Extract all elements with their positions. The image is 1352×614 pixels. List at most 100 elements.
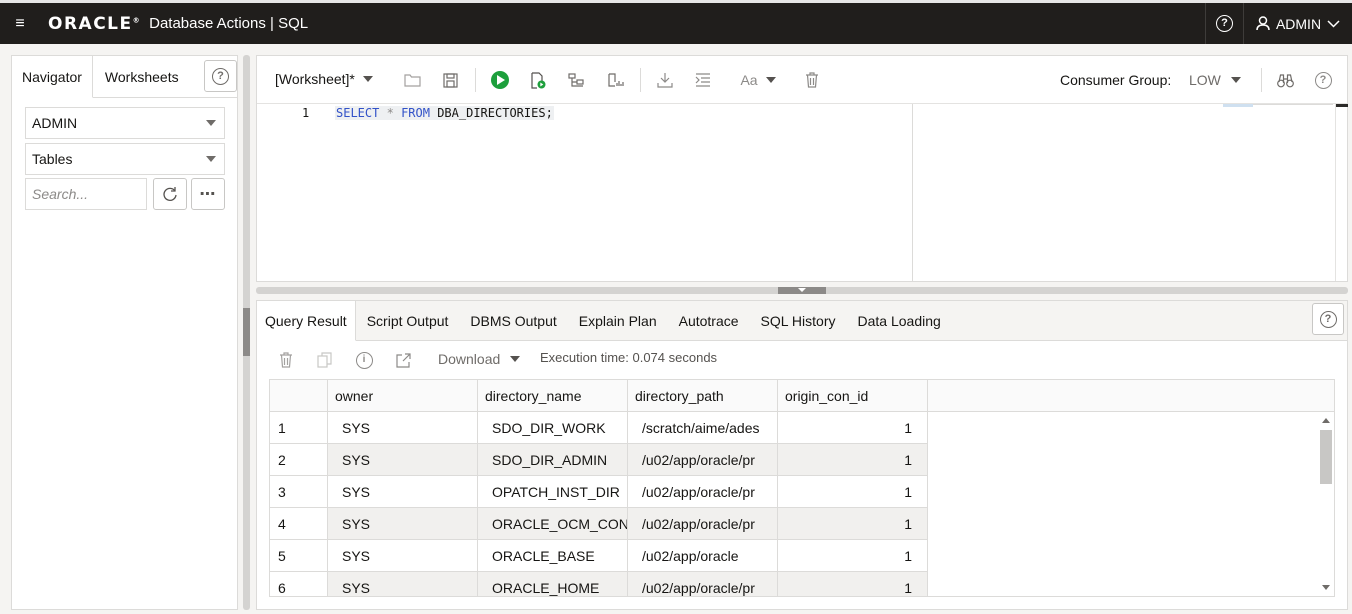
- tab-worksheets[interactable]: Worksheets: [93, 56, 191, 98]
- splitter-handle[interactable]: [243, 308, 250, 356]
- results-help-button[interactable]: ?: [1312, 303, 1344, 335]
- consumer-group-value: LOW: [1189, 72, 1221, 88]
- row-number-cell[interactable]: 1: [270, 412, 328, 444]
- scroll-down-icon[interactable]: [1322, 585, 1330, 590]
- row-number-cell[interactable]: 6: [270, 572, 328, 596]
- directory-path-cell[interactable]: /u02/app/oracle: [628, 540, 778, 572]
- table-row[interactable]: 6 SYS ORACLE_HOME/u02/app/oracle/pr 1: [270, 572, 1334, 596]
- navigator-help-button[interactable]: ?: [204, 60, 237, 92]
- tab-dbms-output[interactable]: DBMS Output: [459, 301, 567, 341]
- directory-name-cell[interactable]: SDO_DIR_ADMIN: [478, 444, 628, 476]
- grid-scrollbar[interactable]: [1318, 412, 1334, 596]
- owner-cell[interactable]: SYS: [328, 572, 478, 596]
- vertical-splitter[interactable]: [243, 55, 250, 610]
- origin-con-id-cell[interactable]: 1: [778, 476, 928, 508]
- column-header-directory-name[interactable]: directory_name: [478, 380, 628, 412]
- delete-icon[interactable]: [276, 350, 296, 370]
- hamburger-menu-icon[interactable]: ≡: [0, 3, 40, 44]
- directory-path-cell[interactable]: /scratch/aime/ades: [628, 412, 778, 444]
- horizontal-splitter[interactable]: [256, 287, 1348, 294]
- worksheet-menu[interactable]: [Worksheet]*: [275, 71, 373, 87]
- origin-con-id-cell[interactable]: 1: [778, 572, 928, 596]
- directory-name-cell[interactable]: OPATCH_INST_DIR: [478, 476, 628, 508]
- autotrace-icon[interactable]: [605, 70, 625, 90]
- origin-con-id-cell[interactable]: 1: [778, 412, 928, 444]
- search-input[interactable]: Search...: [25, 178, 147, 210]
- worksheet-label: [Worksheet]*: [275, 71, 355, 87]
- editor-scrollbar[interactable]: [1335, 104, 1348, 281]
- origin-con-id-cell[interactable]: 1: [778, 444, 928, 476]
- directory-path-cell[interactable]: /u02/app/oracle/pr: [628, 572, 778, 596]
- ellipsis-icon: ⋯: [199, 186, 217, 203]
- table-row[interactable]: 5 SYS ORACLE_BASE/u02/app/oracle 1: [270, 540, 1334, 572]
- tab-script-output[interactable]: Script Output: [356, 301, 460, 341]
- splitter-handle[interactable]: [778, 287, 826, 294]
- info-icon[interactable]: i: [354, 350, 374, 370]
- oracle-logo: ORACLE®: [48, 13, 142, 34]
- chevron-down-icon: [362, 76, 373, 82]
- column-header-origin-con-id[interactable]: origin_con_id: [778, 380, 928, 412]
- directory-path-cell[interactable]: /u02/app/oracle/pr: [628, 476, 778, 508]
- directory-path-cell[interactable]: /u02/app/oracle/pr: [628, 444, 778, 476]
- download-icon[interactable]: [655, 70, 675, 90]
- open-external-icon[interactable]: [393, 350, 413, 370]
- directory-name-cell[interactable]: ORACLE_OCM_CON: [478, 508, 628, 540]
- editor-help-button[interactable]: ?: [1313, 70, 1333, 90]
- column-header-owner[interactable]: owner: [328, 380, 478, 412]
- tab-sql-history[interactable]: SQL History: [750, 301, 847, 341]
- sql-statement[interactable]: SELECT * FROM DBA_DIRECTORIES;: [335, 106, 554, 120]
- navigator-panel: Navigator Worksheets ? ADMIN Tables Sear…: [11, 55, 238, 610]
- scroll-up-icon[interactable]: [1322, 418, 1330, 423]
- directory-name-cell[interactable]: SDO_DIR_WORK: [478, 412, 628, 444]
- consumer-group-select[interactable]: LOW: [1189, 72, 1241, 88]
- directory-name-cell[interactable]: ORACLE_BASE: [478, 540, 628, 572]
- execution-time: Execution time: 0.074 seconds: [540, 350, 718, 365]
- row-number-cell[interactable]: 4: [270, 508, 328, 540]
- tab-autotrace[interactable]: Autotrace: [668, 301, 750, 341]
- owner-cell[interactable]: SYS: [328, 540, 478, 572]
- sql-code-area[interactable]: 1 SELECT * FROM DBA_DIRECTORIES;: [257, 104, 912, 281]
- sql-identifier: DBA_DIRECTORIES;: [437, 106, 553, 120]
- owner-cell[interactable]: SYS: [328, 444, 478, 476]
- help-button[interactable]: ?: [1205, 3, 1243, 44]
- open-folder-icon[interactable]: [402, 70, 422, 90]
- user-menu-button[interactable]: ADMIN: [1243, 3, 1352, 44]
- row-number-cell[interactable]: 3: [270, 476, 328, 508]
- format-indent-icon[interactable]: [693, 70, 713, 90]
- binoculars-icon[interactable]: [1275, 70, 1295, 90]
- help-icon: ?: [1216, 15, 1233, 32]
- column-header-directory-path[interactable]: directory_path: [628, 380, 778, 412]
- run-script-icon[interactable]: [528, 70, 548, 90]
- table-row[interactable]: 3 SYS OPATCH_INST_DIR/u02/app/oracle/pr 1: [270, 476, 1334, 508]
- more-actions-button[interactable]: ⋯: [191, 178, 225, 210]
- schema-select[interactable]: ADMIN: [25, 107, 225, 139]
- origin-con-id-cell[interactable]: 1: [778, 540, 928, 572]
- tab-navigator[interactable]: Navigator: [12, 56, 93, 98]
- origin-con-id-cell[interactable]: 1: [778, 508, 928, 540]
- scrollbar-thumb[interactable]: [1320, 430, 1332, 484]
- save-icon[interactable]: [440, 70, 460, 90]
- user-name: ADMIN: [1275, 15, 1322, 32]
- owner-cell[interactable]: SYS: [328, 412, 478, 444]
- explain-plan-icon[interactable]: [566, 70, 586, 90]
- tab-explain-plan[interactable]: Explain Plan: [568, 301, 668, 341]
- directory-path-cell[interactable]: /u02/app/oracle/pr: [628, 508, 778, 540]
- copy-icon[interactable]: [314, 350, 334, 370]
- row-number-cell[interactable]: 2: [270, 444, 328, 476]
- row-number-cell[interactable]: 5: [270, 540, 328, 572]
- run-statement-button[interactable]: [490, 70, 510, 90]
- download-menu[interactable]: Download: [438, 351, 521, 367]
- table-row[interactable]: 2 SYS SDO_DIR_ADMIN/u02/app/oracle/pr 1: [270, 444, 1334, 476]
- text-case-button[interactable]: Aa: [738, 70, 778, 90]
- refresh-button[interactable]: [153, 178, 187, 210]
- clear-trash-icon[interactable]: [802, 70, 822, 90]
- object-type-select[interactable]: Tables: [25, 143, 225, 175]
- table-row[interactable]: 4 SYS ORACLE_OCM_CON/u02/app/oracle/pr 1: [270, 508, 1334, 540]
- consumer-group-label: Consumer Group:: [1060, 72, 1172, 88]
- table-row[interactable]: 1 SYS SDO_DIR_WORK/scratch/aime/ades 1: [270, 412, 1334, 444]
- directory-name-cell[interactable]: ORACLE_HOME: [478, 572, 628, 596]
- owner-cell[interactable]: SYS: [328, 508, 478, 540]
- tab-query-result[interactable]: Query Result: [257, 301, 356, 341]
- tab-data-loading[interactable]: Data Loading: [847, 301, 952, 341]
- owner-cell[interactable]: SYS: [328, 476, 478, 508]
